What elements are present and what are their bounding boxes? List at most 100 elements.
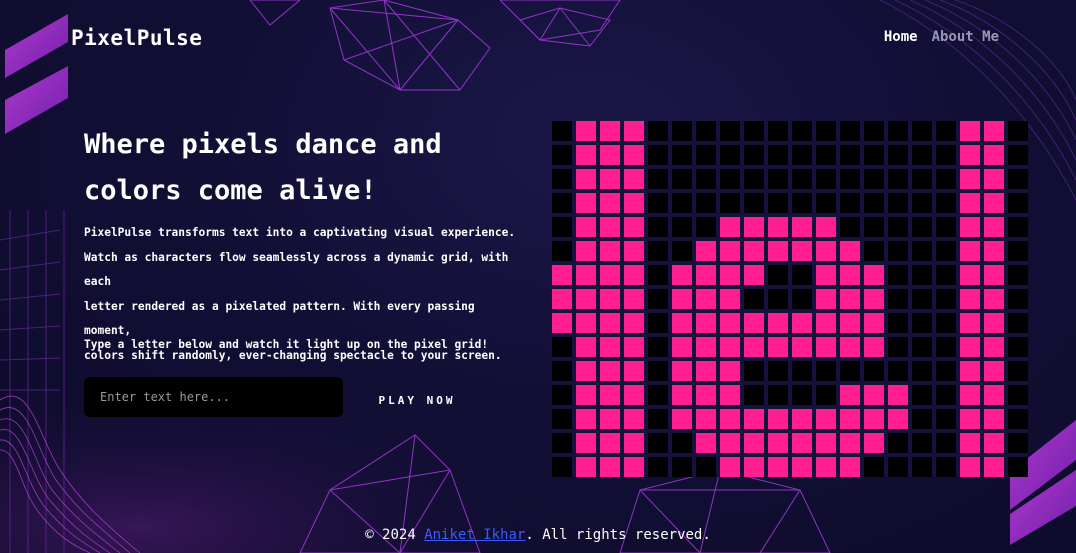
pixel-cell bbox=[1008, 217, 1028, 237]
pixel-cell bbox=[696, 169, 716, 189]
play-now-button[interactable]: PLAY NOW bbox=[362, 388, 472, 412]
pixel-cell bbox=[696, 361, 716, 381]
pixel-cell bbox=[1008, 409, 1028, 429]
pixel-cell bbox=[720, 217, 740, 237]
pixel-cell bbox=[624, 385, 644, 405]
pixel-cell bbox=[936, 361, 956, 381]
pixel-cell bbox=[696, 241, 716, 261]
pixel-cell bbox=[984, 409, 1004, 429]
pixel-cell bbox=[888, 433, 908, 453]
pixel-cell bbox=[600, 217, 620, 237]
pixel-cell bbox=[984, 457, 1004, 477]
pixel-cell bbox=[672, 409, 692, 429]
pixel-cell bbox=[984, 265, 1004, 285]
pixel-cell bbox=[960, 313, 980, 333]
pixel-cell bbox=[960, 409, 980, 429]
pixel-cell bbox=[840, 265, 860, 285]
pixel-cell bbox=[552, 289, 572, 309]
hero-heading-line-1: Where pixels dance and bbox=[84, 129, 442, 160]
pixel-cell bbox=[768, 385, 788, 405]
pixel-cell bbox=[648, 337, 668, 357]
pixel-cell bbox=[744, 265, 764, 285]
pixel-cell bbox=[576, 409, 596, 429]
pixel-cell bbox=[816, 457, 836, 477]
pixel-cell bbox=[888, 337, 908, 357]
pixel-cell bbox=[600, 145, 620, 165]
pixel-cell bbox=[936, 121, 956, 141]
pixel-cell bbox=[576, 433, 596, 453]
pixel-cell bbox=[720, 145, 740, 165]
app-logo[interactable]: PixelPulse bbox=[71, 26, 202, 50]
pixel-cell bbox=[864, 313, 884, 333]
pixel-cell bbox=[768, 145, 788, 165]
pixel-cell bbox=[960, 385, 980, 405]
pixel-cell bbox=[552, 265, 572, 285]
pixel-cell bbox=[864, 217, 884, 237]
pixel-cell bbox=[576, 241, 596, 261]
hero-heading: Where pixels dance and colors come alive… bbox=[84, 122, 514, 214]
pixel-cell bbox=[912, 337, 932, 357]
author-link[interactable]: Aniket Ikhar bbox=[424, 527, 525, 543]
pixel-cell bbox=[816, 145, 836, 165]
pixel-cell bbox=[888, 193, 908, 213]
pixel-cell bbox=[696, 217, 716, 237]
pixel-cell bbox=[624, 217, 644, 237]
pixel-cell bbox=[624, 169, 644, 189]
pixel-cell bbox=[1008, 385, 1028, 405]
pixel-cell bbox=[888, 409, 908, 429]
pixel-cell bbox=[672, 265, 692, 285]
pixel-cell bbox=[624, 433, 644, 453]
pixel-cell bbox=[696, 193, 716, 213]
text-input[interactable] bbox=[84, 377, 343, 417]
pixel-cell bbox=[720, 241, 740, 261]
pixel-cell bbox=[696, 337, 716, 357]
pixel-cell bbox=[624, 457, 644, 477]
pixel-cell bbox=[984, 241, 1004, 261]
pixel-cell bbox=[936, 265, 956, 285]
pixel-cell bbox=[696, 121, 716, 141]
pixel-cell bbox=[1008, 169, 1028, 189]
pixel-cell bbox=[768, 265, 788, 285]
nav-about-link[interactable]: About Me bbox=[932, 29, 999, 45]
pixel-cell bbox=[960, 169, 980, 189]
nav-home-link[interactable]: Home bbox=[884, 29, 918, 45]
left-stripes-decoration bbox=[5, 14, 68, 134]
pixel-cell bbox=[744, 193, 764, 213]
pixel-cell bbox=[552, 385, 572, 405]
pixel-cell bbox=[576, 217, 596, 237]
pixel-cell bbox=[672, 193, 692, 213]
pixel-cell bbox=[1008, 289, 1028, 309]
pixel-cell bbox=[600, 169, 620, 189]
pixel-cell bbox=[672, 385, 692, 405]
pixel-cell bbox=[648, 313, 668, 333]
pixel-cell bbox=[672, 289, 692, 309]
pixel-cell bbox=[768, 361, 788, 381]
pixel-cell bbox=[912, 169, 932, 189]
pixel-cell bbox=[1008, 457, 1028, 477]
pixel-cell bbox=[744, 361, 764, 381]
pixel-cell bbox=[840, 457, 860, 477]
pixel-cell bbox=[600, 337, 620, 357]
pixel-cell bbox=[576, 169, 596, 189]
pixel-cell bbox=[552, 145, 572, 165]
pixel-cell bbox=[744, 313, 764, 333]
pixel-cell bbox=[696, 289, 716, 309]
pixel-cell bbox=[576, 457, 596, 477]
pixel-cell bbox=[960, 217, 980, 237]
pixel-cell bbox=[936, 169, 956, 189]
pixel-cell bbox=[696, 457, 716, 477]
pixel-cell bbox=[1008, 265, 1028, 285]
pixel-cell bbox=[672, 121, 692, 141]
pixel-cell bbox=[552, 361, 572, 381]
pixel-cell bbox=[648, 361, 668, 381]
pixel-cell bbox=[576, 361, 596, 381]
pixel-cell bbox=[1008, 313, 1028, 333]
pixel-cell bbox=[936, 313, 956, 333]
pixel-cell bbox=[888, 361, 908, 381]
pixel-cell bbox=[576, 385, 596, 405]
pixel-cell bbox=[624, 337, 644, 357]
pixel-cell bbox=[936, 241, 956, 261]
pixel-cell bbox=[768, 289, 788, 309]
pixel-cell bbox=[576, 121, 596, 141]
pixel-cell bbox=[912, 241, 932, 261]
